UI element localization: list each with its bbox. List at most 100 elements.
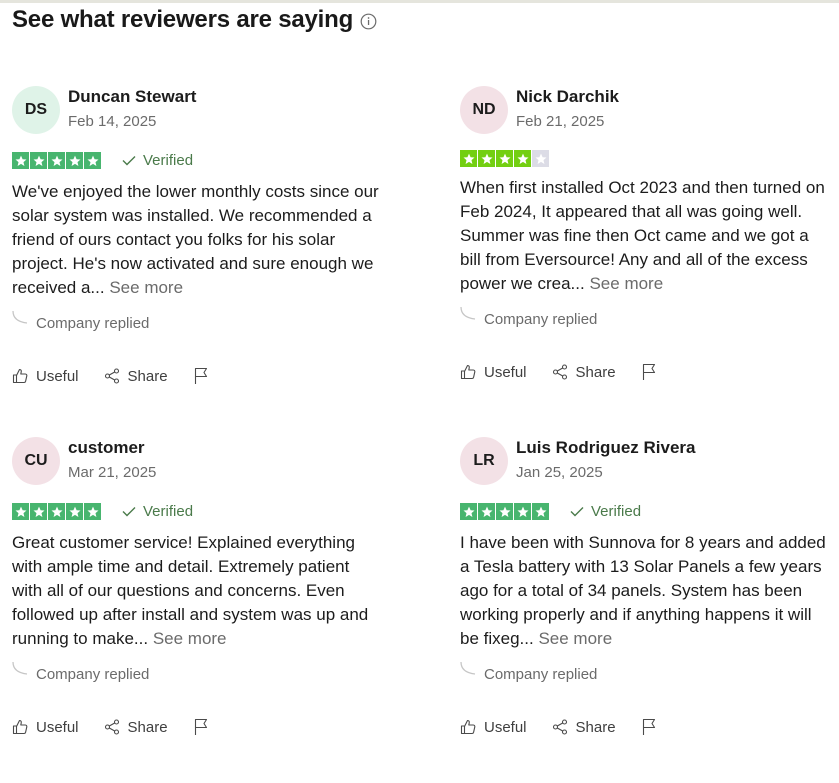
share-icon	[552, 364, 567, 380]
star-filled-icon	[460, 503, 477, 520]
see-more-link[interactable]: See more	[589, 274, 663, 293]
review-card: DS Duncan Stewart Feb 14, 2025 Verified …	[12, 86, 392, 416]
star-filled-icon	[460, 150, 477, 167]
avatar: LR	[460, 437, 508, 485]
report-flag-button[interactable]	[641, 363, 665, 381]
reviewer-name[interactable]: Duncan Stewart	[68, 87, 196, 107]
reply-curve-icon	[12, 311, 28, 324]
share-icon	[104, 368, 119, 384]
reviewer-name[interactable]: customer	[68, 438, 145, 458]
star-filled-icon	[66, 503, 83, 520]
share-button[interactable]: Share	[104, 719, 168, 736]
company-replied-label: Company replied	[36, 666, 150, 683]
star-filled-icon	[478, 150, 495, 167]
reviewer-name[interactable]: Luis Rodriguez Rivera	[516, 438, 695, 458]
share-button[interactable]: Share	[552, 364, 616, 381]
thumbs-up-icon	[460, 719, 476, 735]
review-actions: Useful Share	[460, 718, 690, 736]
star-rating	[12, 152, 101, 169]
verified-label: Verified	[143, 503, 194, 520]
star-rating	[460, 150, 549, 167]
verified-badge[interactable]: Verified	[122, 152, 193, 169]
reviewer-name[interactable]: Nick Darchik	[516, 87, 619, 107]
star-filled-icon	[496, 150, 513, 167]
review-card: ND Nick Darchik Feb 21, 2025 When first …	[460, 86, 839, 416]
share-label: Share	[127, 718, 168, 736]
star-rating	[12, 503, 101, 520]
review-body: We've enjoyed the lower monthly costs si…	[12, 182, 379, 297]
verified-label: Verified	[591, 503, 642, 520]
company-replied-label: Company replied	[484, 666, 598, 683]
verified-badge[interactable]: Verified	[570, 503, 641, 520]
thumbs-up-icon	[12, 719, 28, 735]
section-title: See what reviewers are saying	[12, 6, 354, 33]
star-filled-icon	[478, 503, 495, 520]
useful-button[interactable]: Useful	[12, 368, 79, 385]
verified-label: Verified	[143, 152, 194, 169]
star-rating	[460, 503, 549, 520]
review-date: Feb 21, 2025	[516, 113, 605, 130]
share-button[interactable]: Share	[552, 719, 616, 736]
useful-label: Useful	[36, 367, 79, 385]
thumbs-up-icon	[12, 368, 28, 384]
top-divider	[0, 0, 839, 3]
flag-icon	[194, 718, 207, 735]
report-flag-button[interactable]	[193, 367, 217, 385]
share-label: Share	[575, 718, 616, 736]
star-filled-icon	[48, 503, 65, 520]
star-empty-icon	[532, 150, 549, 167]
review-text: Great customer service! Explained everyt…	[12, 531, 384, 651]
share-label: Share	[127, 367, 168, 385]
report-flag-button[interactable]	[641, 718, 665, 736]
review-date: Feb 14, 2025	[68, 113, 157, 130]
star-filled-icon	[30, 503, 47, 520]
company-replied[interactable]: Company replied	[460, 307, 598, 328]
star-filled-icon	[12, 503, 29, 520]
check-icon	[122, 507, 136, 517]
report-flag-button[interactable]	[193, 718, 217, 736]
review-body: I have been with Sunnova for 8 years and…	[460, 533, 826, 648]
see-more-link[interactable]: See more	[153, 629, 227, 648]
reply-curve-icon	[460, 307, 476, 320]
review-date: Mar 21, 2025	[68, 464, 157, 481]
review-text: I have been with Sunnova for 8 years and…	[460, 531, 832, 651]
avatar: DS	[12, 86, 60, 134]
verified-badge[interactable]: Verified	[122, 503, 193, 520]
flag-icon	[642, 363, 655, 380]
review-actions: Useful Share	[460, 363, 690, 381]
star-filled-icon	[84, 503, 101, 520]
share-button[interactable]: Share	[104, 368, 168, 385]
info-icon[interactable]	[360, 13, 377, 30]
company-replied[interactable]: Company replied	[12, 311, 150, 332]
useful-button[interactable]: Useful	[12, 719, 79, 736]
company-replied-label: Company replied	[484, 311, 598, 328]
review-text: We've enjoyed the lower monthly costs si…	[12, 180, 384, 300]
check-icon	[122, 156, 136, 166]
section-heading: See what reviewers are saying	[12, 6, 377, 34]
star-filled-icon	[48, 152, 65, 169]
star-filled-icon	[12, 152, 29, 169]
review-actions: Useful Share	[12, 367, 242, 385]
star-filled-icon	[496, 503, 513, 520]
useful-label: Useful	[484, 718, 527, 736]
useful-button[interactable]: Useful	[460, 719, 527, 736]
company-replied[interactable]: Company replied	[460, 662, 598, 683]
company-replied-label: Company replied	[36, 315, 150, 332]
useful-button[interactable]: Useful	[460, 364, 527, 381]
review-actions: Useful Share	[12, 718, 242, 736]
review-text: When first installed Oct 2023 and then t…	[460, 176, 832, 296]
useful-label: Useful	[484, 363, 527, 381]
avatar: CU	[12, 437, 60, 485]
star-filled-icon	[30, 152, 47, 169]
star-filled-icon	[532, 503, 549, 520]
see-more-link[interactable]: See more	[538, 629, 612, 648]
star-filled-icon	[514, 150, 531, 167]
reply-curve-icon	[12, 662, 28, 675]
see-more-link[interactable]: See more	[109, 278, 183, 297]
company-replied[interactable]: Company replied	[12, 662, 150, 683]
share-icon	[552, 719, 567, 735]
useful-label: Useful	[36, 718, 79, 736]
share-icon	[104, 719, 119, 735]
reply-curve-icon	[460, 662, 476, 675]
flag-icon	[642, 718, 655, 735]
